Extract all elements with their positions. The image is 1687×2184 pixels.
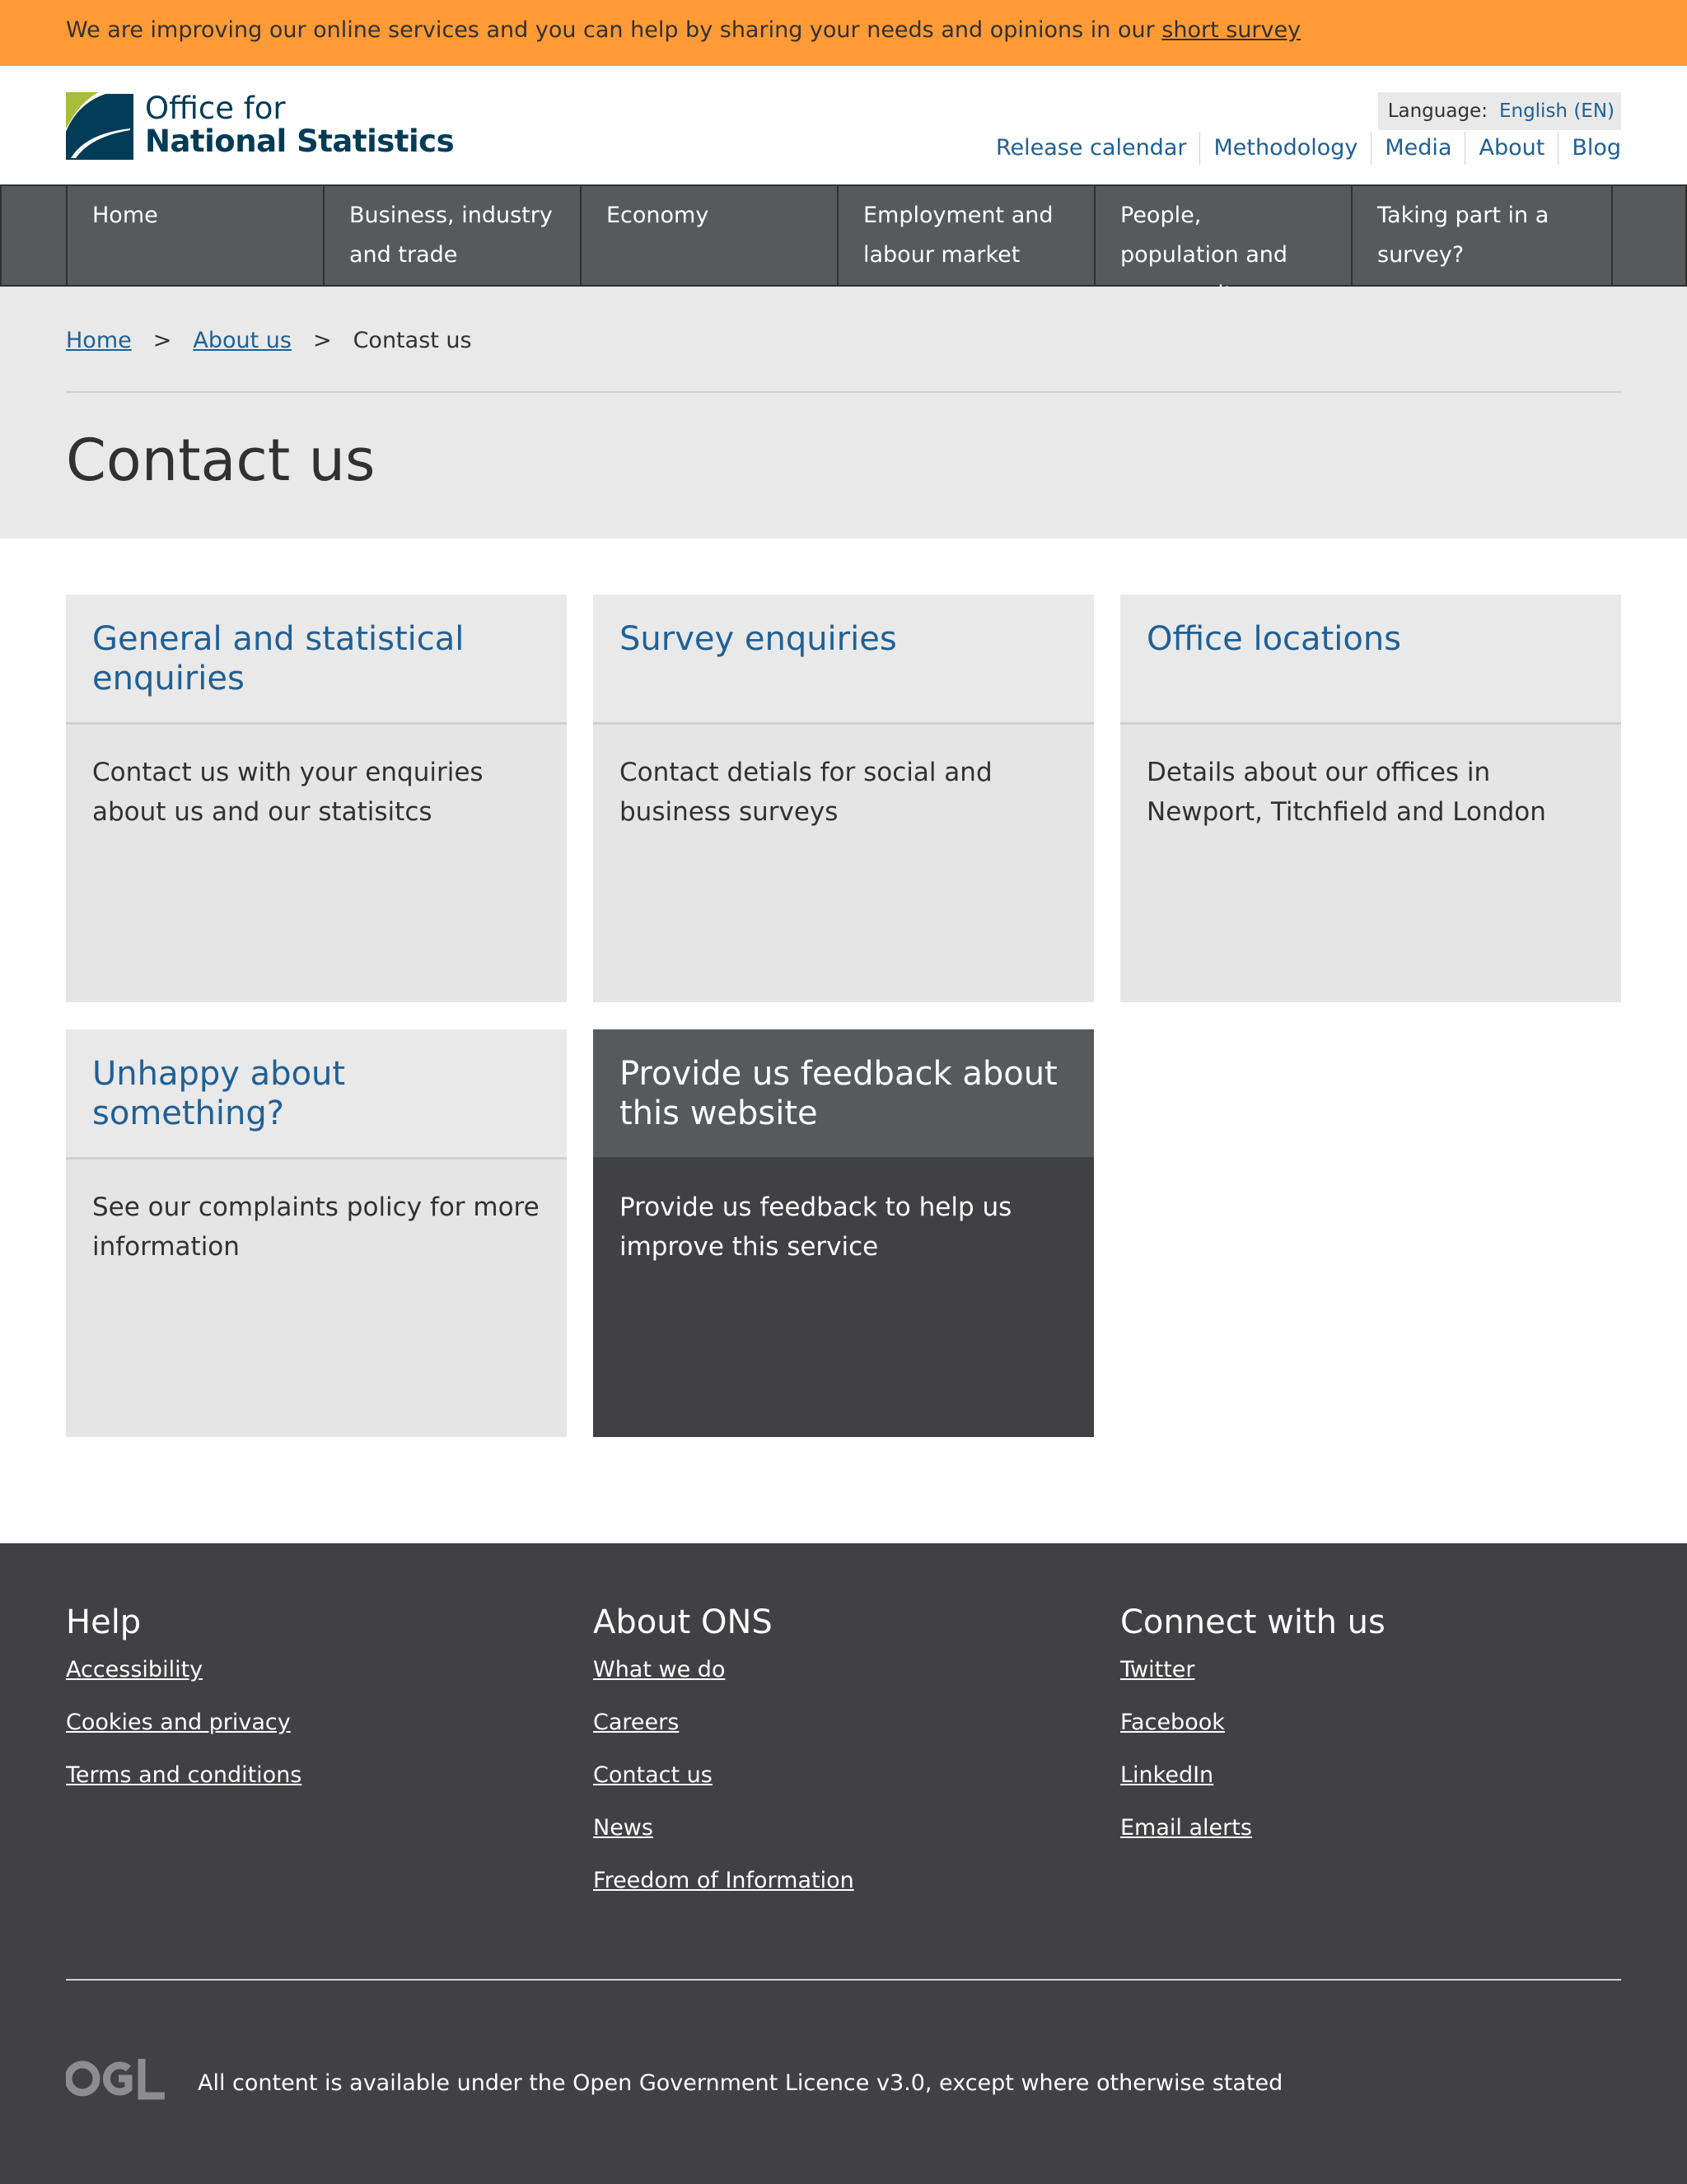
nav-item-home[interactable]: Home	[66, 186, 323, 285]
divider	[66, 391, 1621, 393]
breadcrumb-current: Contast us	[353, 328, 472, 353]
footer-heading-help: Help	[66, 1603, 142, 1641]
footer-help-column: Help Accessibility Cookies and privacy T…	[66, 1599, 560, 1813]
card-general-enquiries[interactable]: General and statistical enquiries Contac…	[66, 595, 567, 1002]
footer-divider	[66, 1979, 1621, 1981]
card-description: Contact us with your enquiries about us …	[92, 758, 484, 827]
footer-link-news[interactable]: News	[593, 1813, 1087, 1843]
card-header: General and statistical enquiries	[66, 595, 567, 725]
card-description: Contact detials for social and business …	[619, 758, 993, 827]
utility-nav: Release calendar Methodology Media About…	[983, 132, 1621, 165]
breadcrumb-about-link[interactable]: About us	[193, 328, 292, 353]
page-header-band: Home > About us > Contast us Contact us	[0, 287, 1687, 539]
card-header: Provide us feedback about this website	[593, 1029, 1094, 1160]
card-title[interactable]: Provide us feedback about this website	[619, 1054, 1068, 1133]
card-office-locations[interactable]: Office locations Details about our offic…	[1120, 595, 1621, 1002]
card-title[interactable]: Office locations	[1147, 619, 1595, 659]
page-title: Contact us	[66, 427, 376, 494]
breadcrumb-separator: >	[312, 328, 332, 353]
survey-banner: We are improving our online services and…	[0, 0, 1687, 66]
site-footer: Help Accessibility Cookies and privacy T…	[0, 1543, 1687, 2184]
survey-banner-message: We are improving our online services and…	[66, 17, 1162, 43]
release-calendar-link[interactable]: Release calendar	[983, 132, 1199, 165]
licence-text: All content is available under the Open …	[198, 2070, 1283, 2096]
card-title[interactable]: Unhappy about something?	[92, 1054, 540, 1133]
footer-link-twitter[interactable]: Twitter	[1120, 1655, 1615, 1685]
card-complaints[interactable]: Unhappy about something? See our complai…	[66, 1029, 567, 1437]
footer-heading-connect: Connect with us	[1120, 1603, 1386, 1641]
ons-logo[interactable]: Office for National Statistics	[66, 92, 455, 160]
card-header: Survey enquiries	[593, 595, 1094, 725]
ogl-logo-icon	[66, 2059, 165, 2100]
footer-link-facebook[interactable]: Facebook	[1120, 1708, 1615, 1738]
footer-link-foi[interactable]: Freedom of Information	[593, 1866, 1087, 1896]
methodology-link[interactable]: Methodology	[1199, 132, 1371, 165]
card-title[interactable]: General and statistical enquiries	[92, 619, 540, 698]
survey-banner-text: We are improving our online services and…	[66, 17, 1301, 43]
site-header: Office for National Statistics Language:…	[0, 66, 1687, 184]
main-nav: Home Business, industry and trade Econom…	[0, 184, 1687, 307]
card-description: Details about our offices in Newport, Ti…	[1147, 758, 1546, 827]
nav-item-economy[interactable]: Economy	[580, 186, 837, 285]
language-selector: Language: English (EN)	[1377, 92, 1621, 130]
logo-line-2: National Statistics	[145, 124, 455, 159]
blog-link[interactable]: Blog	[1558, 132, 1621, 165]
ons-logo-mark-icon	[66, 92, 133, 160]
footer-link-terms[interactable]: Terms and conditions	[66, 1761, 560, 1790]
nav-item-business[interactable]: Business, industry and trade	[323, 186, 580, 285]
breadcrumb: Home > About us > Contast us	[66, 328, 472, 353]
footer-about-column: About ONS What we do Careers Contact us …	[593, 1599, 1087, 1919]
card-survey-enquiries[interactable]: Survey enquiries Contact detials for soc…	[593, 595, 1094, 1002]
footer-link-accessibility[interactable]: Accessibility	[66, 1655, 560, 1685]
footer-link-linkedin[interactable]: LinkedIn	[1120, 1761, 1615, 1790]
card-header: Office locations	[1120, 595, 1621, 725]
short-survey-link[interactable]: short survey	[1161, 17, 1301, 43]
breadcrumb-separator: >	[152, 328, 172, 353]
card-description: See our complaints policy for more infor…	[92, 1192, 540, 1262]
logo-line-1: Office for	[145, 91, 286, 126]
language-english-link[interactable]: English (EN)	[1499, 100, 1615, 122]
card-header: Unhappy about something?	[66, 1029, 567, 1160]
footer-connect-column: Connect with us Twitter Facebook LinkedI…	[1120, 1599, 1615, 1866]
media-link[interactable]: Media	[1371, 132, 1465, 165]
about-link[interactable]: About	[1465, 132, 1558, 165]
nav-divider	[1611, 186, 1613, 285]
nav-item-survey[interactable]: Taking part in a survey?	[1351, 186, 1608, 285]
nav-item-employment[interactable]: Employment and labour market	[837, 186, 1094, 285]
footer-link-email-alerts[interactable]: Email alerts	[1120, 1813, 1615, 1843]
card-title[interactable]: Survey enquiries	[619, 619, 1068, 659]
language-label: Language:	[1387, 100, 1488, 122]
footer-heading-about: About ONS	[593, 1603, 773, 1641]
footer-link-what-we-do[interactable]: What we do	[593, 1655, 1087, 1685]
ons-logo-text: Office for National Statistics	[145, 91, 455, 159]
footer-link-contact[interactable]: Contact us	[593, 1761, 1087, 1790]
footer-link-careers[interactable]: Careers	[593, 1708, 1087, 1738]
footer-link-cookies[interactable]: Cookies and privacy	[66, 1708, 560, 1738]
nav-item-people[interactable]: People, population and community	[1094, 186, 1351, 307]
card-description: Provide us feedback to help us improve t…	[619, 1192, 1012, 1262]
breadcrumb-home-link[interactable]: Home	[66, 328, 132, 353]
card-website-feedback[interactable]: Provide us feedback about this website P…	[593, 1029, 1094, 1437]
